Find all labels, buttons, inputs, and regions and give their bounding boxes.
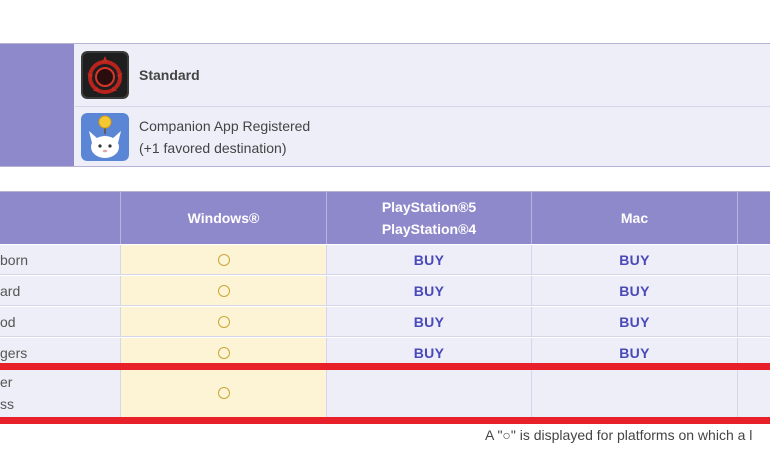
header-playstation-5: PlayStation®5 [381,199,477,215]
row-label: ard [0,276,121,305]
companion-line-2: (+1 favored destination) [139,140,287,156]
service-table-header-column [0,44,74,166]
mac-cell: BUY [532,245,738,274]
windows-cell [121,369,327,417]
buy-playstation-link[interactable]: BUY [414,283,444,299]
service-row-standard: Standard [75,44,770,107]
header-blank-cell [0,192,121,244]
header-playstation-4: PlayStation®4 [381,221,477,237]
playstation-cell: BUY [327,245,532,274]
row-label: od [0,307,121,336]
moogle-companion-icon [81,113,129,161]
service-label-standard: Standard [139,67,200,83]
highlight-bottom-bar [0,417,770,424]
mac-cell: BUY [532,276,738,305]
buy-playstation-link[interactable]: BUY [414,345,444,361]
table-row: od BUY BUY [0,307,770,337]
playstation-cell: BUY [327,276,532,305]
service-table: Standard Companion App Registered (+1 fa… [0,43,770,167]
next-cell [738,307,770,336]
table-row: ard BUY BUY [0,276,770,306]
companion-line-1: Companion App Registered [139,118,311,134]
highlight-top-bar [0,363,770,370]
playstation-cell: BUY [327,307,532,336]
header-windows: Windows® [121,192,327,244]
platform-table: Windows® PlayStation®5 PlayStation®4 Mac… [0,191,770,418]
page: Standard Companion App Registered (+1 fa… [0,0,770,453]
next-cell [738,245,770,274]
available-circle-icon [217,387,230,399]
header-mac: Mac [532,192,738,244]
service-label-companion: Companion App Registered (+1 favored des… [139,115,310,159]
row-label: born [0,245,121,274]
windows-cell [121,245,327,274]
table-row: born BUY BUY [0,245,770,275]
meteor-sphere-icon [81,51,129,99]
header-playstation: PlayStation®5 PlayStation®4 [327,192,532,244]
buy-mac-link[interactable]: BUY [619,252,649,268]
row-label: er ss [0,369,121,417]
next-cell [738,369,770,417]
next-cell [738,276,770,305]
buy-mac-link[interactable]: BUY [619,314,649,330]
playstation-cell [327,369,532,417]
header-next-column [738,192,770,244]
windows-cell [121,276,327,305]
buy-mac-link[interactable]: BUY [619,283,649,299]
available-circle-icon [217,284,230,297]
buy-playstation-link[interactable]: BUY [414,252,444,268]
footnote-text: A "○" is displayed for platforms on whic… [485,427,753,443]
available-circle-icon [217,253,230,266]
service-row-companion: Companion App Registered (+1 favored des… [75,107,770,167]
buy-mac-link[interactable]: BUY [619,345,649,361]
windows-cell [121,307,327,336]
mac-cell: BUY [532,307,738,336]
available-circle-icon [217,346,230,359]
table-row-highlighted: er ss [0,369,770,418]
available-circle-icon [217,315,230,328]
buy-playstation-link[interactable]: BUY [414,314,444,330]
mac-cell [532,369,738,417]
